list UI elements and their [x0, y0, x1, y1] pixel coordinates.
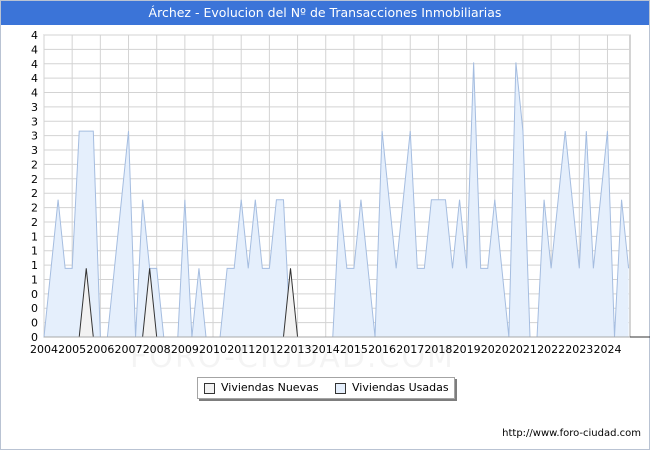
- legend-label-nuevas: Viviendas Nuevas: [221, 381, 319, 394]
- y-tick-label: 0: [31, 317, 38, 330]
- y-tick-label: 3: [31, 130, 38, 143]
- x-tick-label: 2024: [593, 343, 621, 356]
- legend-swatch-nuevas: [204, 383, 215, 394]
- x-tick-label: 2008: [143, 343, 171, 356]
- y-tick-label: 4: [31, 72, 38, 85]
- x-tick-label: 2022: [537, 343, 565, 356]
- x-tick-label: 2007: [115, 343, 143, 356]
- y-tick-label: 1: [31, 259, 38, 272]
- y-tick-label: 0: [31, 302, 38, 315]
- legend: Viviendas Nuevas Viviendas Usadas: [197, 377, 455, 399]
- legend-label-usadas: Viviendas Usadas: [352, 381, 449, 394]
- x-tick-label: 2018: [424, 343, 452, 356]
- x-tick-label: 2021: [509, 343, 537, 356]
- x-tick-label: 2010: [199, 343, 227, 356]
- y-tick-label: 1: [31, 273, 38, 286]
- x-tick-label: 2004: [30, 343, 58, 356]
- x-tick-label: 2014: [312, 343, 340, 356]
- x-tick-label: 2012: [255, 343, 283, 356]
- x-tick-label: 2023: [565, 343, 593, 356]
- y-tick-label: 4: [31, 87, 38, 100]
- y-tick-label: 2: [31, 158, 38, 171]
- y-tick-label: 1: [31, 245, 38, 258]
- footer-url: http://www.foro-ciudad.com: [502, 428, 641, 439]
- x-tick-label: 2019: [453, 343, 481, 356]
- y-tick-label: 2: [31, 187, 38, 200]
- y-tick-label: 3: [31, 115, 38, 128]
- y-tick-label: 2: [31, 173, 38, 186]
- x-tick-label: 2011: [227, 343, 255, 356]
- y-tick-label: 4: [31, 58, 38, 71]
- x-tick-label: 2006: [86, 343, 114, 356]
- x-tick-label: 2009: [171, 343, 199, 356]
- y-tick-label: 3: [31, 144, 38, 157]
- x-tick-label: 2013: [284, 343, 312, 356]
- y-tick-label: 0: [31, 288, 38, 301]
- y-tick-label: 4: [31, 43, 38, 56]
- x-tick-label: 2017: [396, 343, 424, 356]
- y-tick-label: 3: [31, 101, 38, 114]
- y-tick-label: 4: [31, 29, 38, 42]
- x-tick-label: 2005: [58, 343, 86, 356]
- legend-swatch-usadas: [335, 383, 346, 394]
- x-tick-label: 2016: [368, 343, 396, 356]
- x-tick-label: 2015: [340, 343, 368, 356]
- x-tick-label: 2020: [481, 343, 509, 356]
- y-tick-label: 1: [31, 230, 38, 243]
- y-tick-label: 2: [31, 202, 38, 215]
- y-tick-label: 2: [31, 216, 38, 229]
